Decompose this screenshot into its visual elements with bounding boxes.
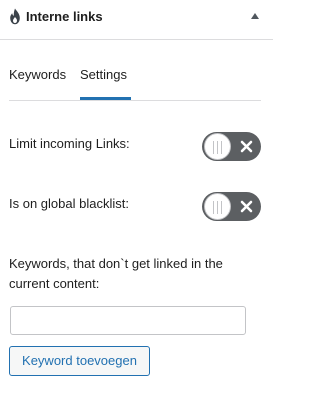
exclude-keywords-label: Keywords, that don`t get linked in the c… [9,256,223,291]
global-blacklist-label: Is on global blacklist: [9,196,129,211]
tab-bar: Keywords Settings [9,56,261,101]
internal-links-panel: Interne links Keywords Settings Limit in… [0,0,273,394]
grip-line [221,201,222,214]
grip-line [217,201,218,214]
grip-line [217,141,218,154]
close-icon [240,200,253,213]
active-tab-indicator [80,97,131,100]
toggle-knob [204,193,231,220]
grip-line [213,141,214,154]
panel-title: Interne links [26,9,103,24]
limit-incoming-toggle[interactable] [202,132,261,161]
tab-keywords[interactable]: Keywords [9,67,66,83]
limit-incoming-label: Limit incoming Links: [9,136,130,151]
close-icon [240,140,253,153]
grip-line [221,141,222,154]
add-keyword-button[interactable]: Keyword toevoegen [9,346,150,376]
toggle-knob [204,133,231,160]
logo-icon [10,8,20,25]
keyword-input[interactable] [10,306,246,335]
global-blacklist-toggle[interactable] [202,192,261,221]
tab-settings[interactable]: Settings [80,67,127,83]
triangle-up-icon[interactable] [250,11,260,21]
grip-line [213,201,214,214]
panel-header[interactable]: Interne links [0,0,273,40]
